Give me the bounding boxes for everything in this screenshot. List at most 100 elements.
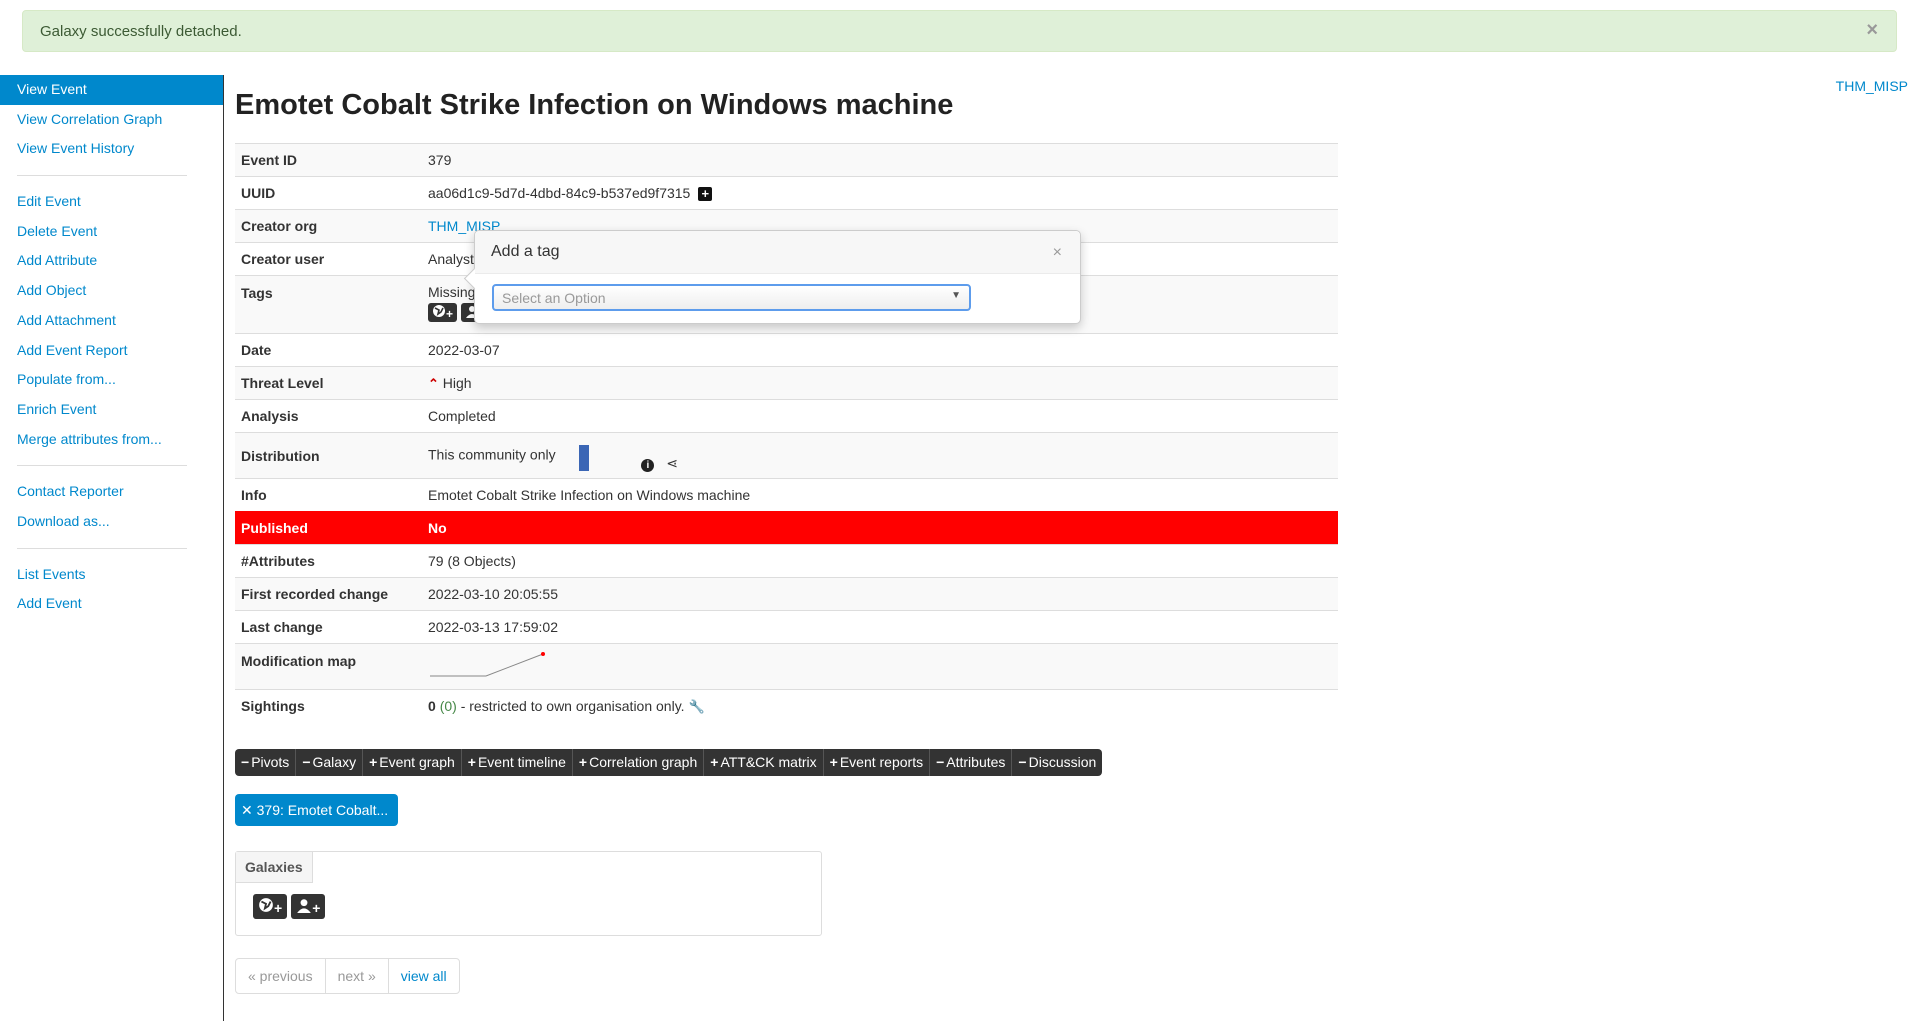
- threat-level-value: High: [442, 374, 472, 391]
- row-label: Creator user: [235, 242, 422, 276]
- add-user-galaxy-button[interactable]: +: [291, 894, 326, 919]
- distribution-bar: [579, 444, 590, 471]
- sightings-cell: 0 (0) - restricted to own organisation o…: [422, 689, 1338, 723]
- row-label: Info: [235, 478, 422, 512]
- sidebar: View Event View Correlation Graph View E…: [0, 75, 224, 1021]
- table-row: Event ID 379: [235, 143, 1338, 177]
- user-icon: [297, 899, 312, 913]
- sidebar-item-view-correlation-graph[interactable]: View Correlation Graph: [0, 105, 223, 135]
- pivot-pill[interactable]: ✕ 379: Emotet Cobalt...: [235, 794, 399, 826]
- success-alert: Galaxy successfully detached. ×: [22, 10, 1897, 52]
- table-row-published: Published No: [235, 511, 1338, 545]
- tab-label: Attributes: [946, 754, 1006, 770]
- globe-icon: [433, 305, 445, 317]
- tab-correlation-graph[interactable]: + Correlation graph: [573, 749, 705, 776]
- row-label: Modification map: [235, 643, 422, 690]
- info-icon[interactable]: i: [641, 459, 655, 473]
- close-icon[interactable]: ×: [1866, 19, 1878, 42]
- event-id-value: 379: [422, 143, 1338, 177]
- plus-icon: +: [369, 754, 378, 770]
- table-row: Analysis Completed: [235, 399, 1338, 433]
- threat-cell: ⌃ High: [422, 366, 1338, 400]
- sidebar-item-delete-event[interactable]: Delete Event: [0, 217, 223, 247]
- alert-message: Galaxy successfully detached.: [40, 23, 242, 40]
- tab-label: Correlation graph: [589, 754, 698, 770]
- tab-label: Discussion: [1028, 754, 1097, 770]
- select-placeholder: Select an Option: [502, 290, 606, 306]
- plus-icon: +: [578, 754, 588, 770]
- tab-label: Event timeline: [477, 754, 566, 770]
- sidebar-item-download-as[interactable]: Download as...: [0, 507, 223, 537]
- sidebar-item-add-attribute[interactable]: Add Attribute: [0, 246, 223, 276]
- pagination: « previous next » view all: [235, 958, 460, 994]
- tab-galaxy[interactable]: − Galaxy: [296, 749, 364, 776]
- globe-icon: [259, 898, 273, 912]
- sidebar-item-enrich-event[interactable]: Enrich Event: [0, 395, 223, 425]
- event-tabs-bar: − Pivots − Galaxy + Event graph + Event timelin…: [235, 749, 1103, 776]
- tab-att-ck-matrix[interactable]: + ATT&CK matrix: [704, 749, 824, 776]
- row-label: Sightings: [235, 689, 422, 723]
- sidebar-item-view-event-history[interactable]: View Event History: [0, 134, 223, 164]
- add-galaxy-tag-button[interactable]: +: [428, 303, 458, 322]
- sidebar-item-list-events[interactable]: List Events: [0, 560, 223, 590]
- sidebar-item-add-event[interactable]: Add Event: [0, 589, 223, 619]
- plus-square-icon[interactable]: +: [698, 187, 713, 201]
- popover-header: Add a tag: [475, 231, 1080, 274]
- table-row: #Attributes 79 (8 Objects): [235, 544, 1338, 578]
- attributes-count-value: 79 (8 Objects): [422, 544, 1338, 578]
- sidebar-item-merge-attributes[interactable]: Merge attributes from...: [0, 425, 223, 455]
- row-label: Event ID: [235, 143, 422, 177]
- sidebar-item-populate-from[interactable]: Populate from...: [0, 365, 223, 395]
- date-value: 2022-03-07: [422, 333, 1338, 367]
- tab-event-timeline[interactable]: + Event timeline: [462, 749, 573, 776]
- chevron-up-icon: ⌃: [428, 375, 439, 391]
- tab-label: Event reports: [839, 754, 924, 770]
- plus-icon: +: [710, 754, 719, 770]
- tab-pivots[interactable]: − Pivots: [235, 749, 297, 776]
- distribution-cell: This community only i ⋖: [422, 432, 1338, 479]
- table-row: Distribution This community only i ⋖: [235, 432, 1338, 479]
- add-galaxy-button[interactable]: +: [253, 894, 288, 919]
- row-label: Threat Level: [235, 366, 422, 400]
- galaxies-panel: Galaxies + +: [235, 851, 822, 936]
- sidebar-divider: [17, 547, 187, 549]
- last-change-value: 2022-03-13 17:59:02: [422, 610, 1338, 644]
- row-label: First recorded change: [235, 577, 422, 611]
- sidebar-item-contact-reporter[interactable]: Contact Reporter: [0, 477, 223, 507]
- share-icon[interactable]: ⋖: [666, 455, 678, 472]
- tab-discussion[interactable]: − Discussion: [1012, 749, 1102, 776]
- uuid-cell: aa06d1c9-5d7d-4dbd-84c9-b537ed9f7315 +: [422, 176, 1338, 210]
- analysis-value: Completed: [422, 399, 1338, 433]
- minus-icon: −: [1018, 754, 1027, 770]
- tab-event-graph[interactable]: + Event graph: [363, 749, 462, 776]
- tab-label: ATT&CK matrix: [720, 754, 817, 770]
- sidebar-item-view-event[interactable]: View Event: [0, 75, 223, 105]
- modification-map-cell: [422, 643, 1338, 690]
- tab-event-reports[interactable]: + Event reports: [824, 749, 931, 776]
- sightings-own-count: (0): [439, 697, 457, 714]
- sidebar-divider: [17, 175, 187, 177]
- tab-attributes[interactable]: − Attributes: [930, 749, 1013, 776]
- tag-select[interactable]: Select an Option ▼: [492, 284, 971, 311]
- sidebar-item-edit-event[interactable]: Edit Event: [0, 187, 223, 217]
- table-row: Last change 2022-03-13 17:59:02: [235, 610, 1338, 644]
- sightings-count: 0: [428, 697, 436, 714]
- galaxies-header: Galaxies: [236, 852, 313, 883]
- sidebar-item-add-object[interactable]: Add Object: [0, 276, 223, 306]
- tab-label: Event graph: [379, 754, 455, 770]
- info-value: Emotet Cobalt Strike Infection on Window…: [422, 478, 1338, 512]
- page-title: Emotet Cobalt Strike Infection on Window…: [235, 89, 954, 121]
- wrench-icon[interactable]: 🔧: [688, 699, 704, 714]
- chevron-down-icon: ▼: [951, 290, 961, 301]
- org-link[interactable]: THM_MISP: [1836, 78, 1908, 94]
- row-label: #Attributes: [235, 544, 422, 578]
- pagination-view-all[interactable]: view all: [389, 959, 459, 993]
- sidebar-item-add-event-report[interactable]: Add Event Report: [0, 336, 223, 366]
- minus-icon: −: [302, 754, 311, 770]
- plus-icon: +: [467, 754, 476, 770]
- sidebar-item-add-attachment[interactable]: Add Attachment: [0, 306, 223, 336]
- row-label: Last change: [235, 610, 422, 644]
- close-icon[interactable]: ×: [1053, 244, 1062, 262]
- plus-icon: +: [829, 754, 838, 770]
- table-row: Date 2022-03-07: [235, 333, 1338, 367]
